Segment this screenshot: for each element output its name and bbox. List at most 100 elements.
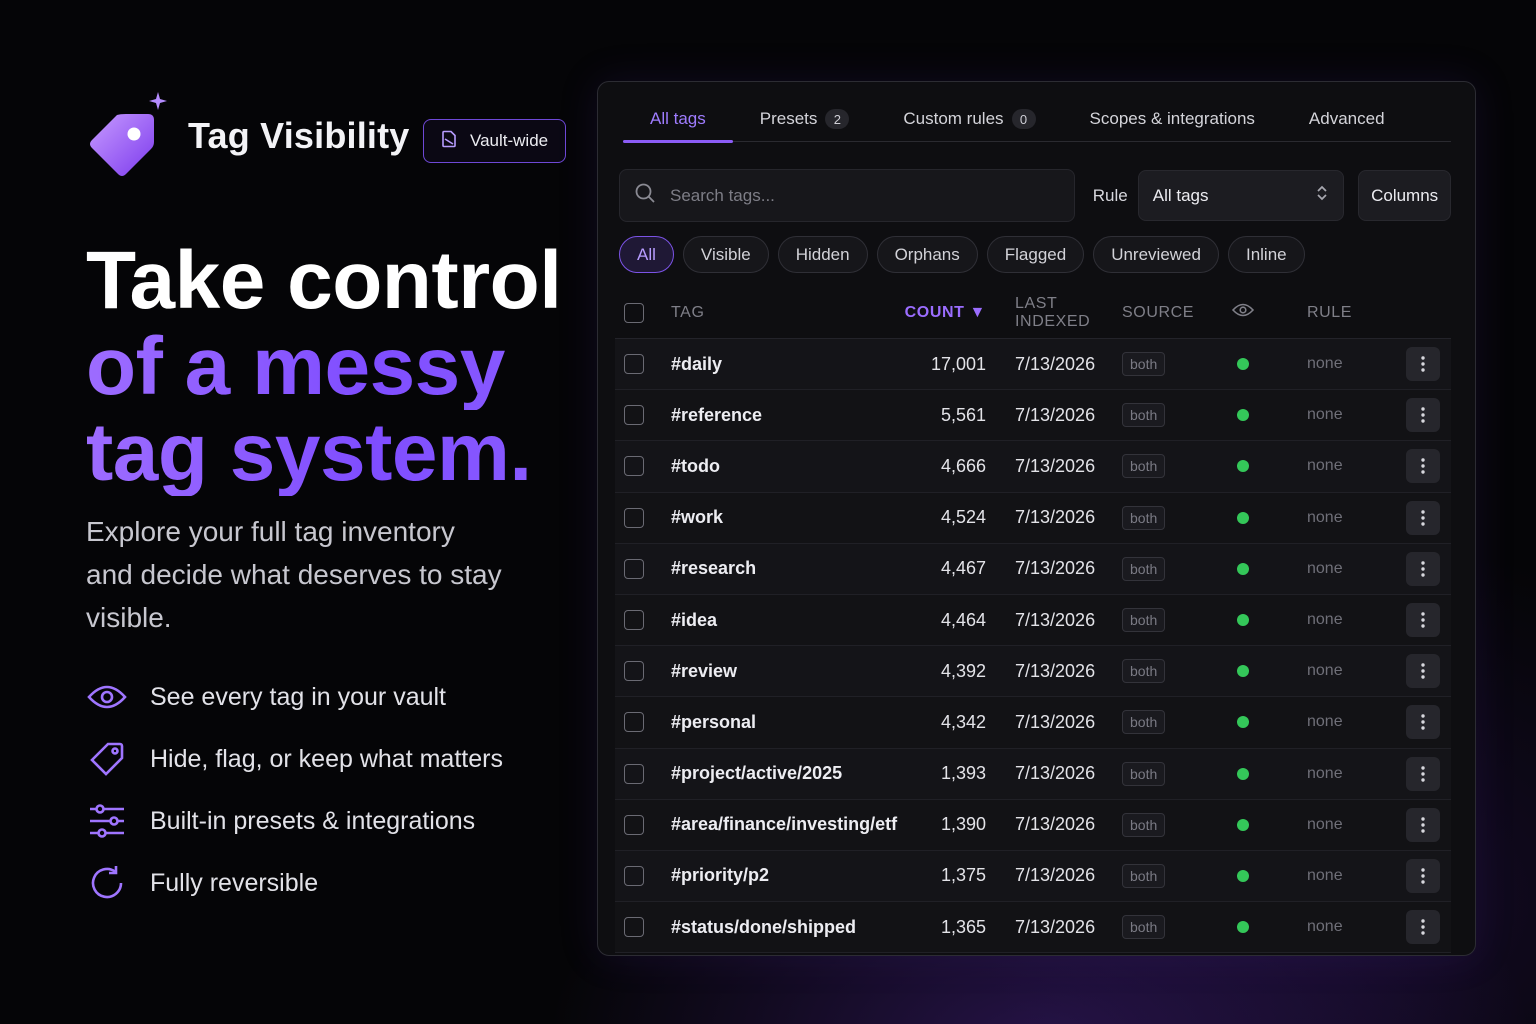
table-row[interactable]: #idea 4,464 7/13/2026 both none — [615, 594, 1451, 647]
tag-name: #research — [671, 558, 757, 579]
row-checkbox[interactable] — [624, 814, 644, 835]
more-options-button[interactable] — [1406, 603, 1440, 638]
header-count-sorted[interactable]: COUNT ▼ — [903, 304, 986, 322]
more-options-button[interactable] — [1406, 500, 1440, 535]
more-options-button[interactable] — [1406, 398, 1440, 433]
row-menu-cell — [1368, 858, 1451, 893]
table-row[interactable]: #review 4,392 7/13/2026 both none — [615, 646, 1451, 698]
table-row[interactable]: #project/active/2025 1,393 7/13/2026 bot… — [615, 748, 1451, 800]
tab-scopes-integrations[interactable]: Scopes & integrations — [1063, 96, 1282, 142]
source-badge: both — [1122, 454, 1166, 479]
table-row[interactable]: #research 4,467 7/13/2026 both none — [615, 543, 1451, 595]
header-tag[interactable]: TAG — [653, 304, 903, 322]
row-menu-cell — [1368, 551, 1451, 586]
tag-name: #review — [671, 660, 738, 681]
row-checkbox[interactable] — [624, 865, 644, 886]
row-checkbox[interactable] — [624, 558, 644, 579]
row-checkbox[interactable] — [624, 661, 644, 682]
table-row[interactable]: #priority/p2 1,375 7/13/2026 both none — [615, 850, 1451, 903]
visibility-cell — [1208, 409, 1278, 422]
kebab-menu-icon — [1421, 868, 1425, 884]
row-checkbox[interactable] — [624, 610, 644, 631]
tab-all-tags[interactable]: All tags — [623, 96, 733, 143]
tab-custom-rules[interactable]: Custom rules 0 — [876, 96, 1062, 142]
source-cell: both — [1122, 556, 1208, 581]
row-select-cell — [615, 917, 653, 938]
header-source[interactable]: SOURCE — [1122, 304, 1208, 322]
source-cell: both — [1122, 761, 1208, 786]
visible-status-dot — [1237, 409, 1249, 422]
more-options-button[interactable] — [1406, 654, 1440, 689]
row-checkbox[interactable] — [624, 917, 644, 938]
kebab-menu-icon — [1421, 714, 1425, 731]
row-checkbox[interactable] — [624, 405, 644, 426]
source-badge: both — [1122, 403, 1166, 428]
headline-line-2: of a messy — [86, 324, 561, 410]
vault-scope-button[interactable]: Vault-wide — [423, 119, 566, 163]
header-visibility[interactable] — [1208, 302, 1278, 323]
table-row[interactable]: #todo 4,666 7/13/2026 both none — [615, 441, 1451, 493]
more-options-button[interactable] — [1406, 551, 1440, 586]
more-options-button[interactable] — [1406, 910, 1440, 945]
source-cell: both — [1122, 863, 1208, 888]
kebab-menu-icon — [1421, 817, 1425, 833]
headline-line-3: tag system. — [86, 410, 561, 496]
columns-button[interactable]: Columns — [1358, 170, 1452, 221]
filter-chip-flagged[interactable]: Flagged — [986, 236, 1085, 273]
select-all-checkbox[interactable] — [624, 302, 644, 323]
search-input[interactable] — [670, 185, 1040, 206]
filter-chip-orphans[interactable]: Orphans — [876, 236, 978, 273]
rule-select[interactable]: All tags — [1137, 170, 1345, 221]
filter-chip-visible[interactable]: Visible — [682, 236, 769, 273]
source-badge: both — [1122, 659, 1166, 684]
filter-chip-inline[interactable]: Inline — [1227, 236, 1305, 273]
header-rule[interactable]: RULE — [1278, 304, 1368, 322]
row-select-cell — [615, 661, 653, 682]
table-row[interactable]: #daily 17,001 7/13/2026 both none — [615, 339, 1451, 391]
tag-count: 4,524 — [940, 507, 986, 528]
row-checkbox[interactable] — [624, 507, 644, 528]
visibility-cell — [1208, 921, 1278, 934]
table-body: #daily 17,001 7/13/2026 both none #refer… — [615, 339, 1451, 954]
tab-presets[interactable]: Presets 2 — [733, 96, 877, 142]
tag-name: #daily — [671, 353, 723, 374]
tag-count: 4,666 — [940, 455, 986, 476]
table-row[interactable]: #work 4,524 7/13/2026 both none — [615, 492, 1451, 544]
more-options-button[interactable] — [1406, 449, 1440, 484]
header-last-indexed[interactable]: LAST INDEXED — [986, 295, 1122, 331]
tag-count: 4,392 — [940, 660, 986, 681]
source-badge: both — [1122, 915, 1166, 940]
row-checkbox[interactable] — [624, 763, 644, 784]
more-options-button[interactable] — [1406, 705, 1440, 740]
kebab-menu-icon — [1421, 612, 1425, 628]
tag-count: 1,375 — [940, 865, 986, 886]
tab-advanced[interactable]: Advanced — [1282, 96, 1412, 142]
more-options-button[interactable] — [1406, 347, 1440, 382]
visibility-cell — [1208, 460, 1278, 473]
feature-item: Hide, flag, or keep what matters — [86, 728, 503, 790]
tab-bar: All tags Presets 2 Custom rules 0 Scopes… — [623, 96, 1451, 143]
filter-chip-hidden[interactable]: Hidden — [777, 236, 868, 273]
filter-chip-unreviewed[interactable]: Unreviewed — [1093, 236, 1219, 273]
more-options-button[interactable] — [1406, 858, 1440, 893]
more-options-button[interactable] — [1406, 807, 1440, 842]
more-options-button[interactable] — [1406, 756, 1440, 791]
source-badge: both — [1122, 812, 1166, 837]
table-row[interactable]: #personal 4,342 7/13/2026 both none — [615, 697, 1451, 749]
eye-icon — [1231, 302, 1255, 323]
table-row[interactable]: #status/done/shipped 1,365 7/13/2026 bot… — [615, 902, 1451, 954]
row-checkbox[interactable] — [624, 354, 644, 375]
table-row[interactable]: #area/finance/investing/etf 1,390 7/13/2… — [615, 799, 1451, 851]
table-row[interactable]: #reference 5,561 7/13/2026 both none — [615, 390, 1451, 442]
filter-chip-all[interactable]: All — [619, 236, 674, 273]
tag-name: #project/active/2025 — [671, 763, 843, 784]
vault-file-icon — [440, 130, 458, 153]
tag-name: #work — [671, 507, 724, 528]
row-select-cell — [615, 507, 653, 528]
tag-name: #idea — [671, 609, 718, 630]
row-checkbox[interactable] — [624, 712, 644, 733]
kebab-menu-icon — [1421, 458, 1425, 475]
rule-value: none — [1307, 457, 1343, 475]
row-select-cell — [615, 814, 653, 835]
row-checkbox[interactable] — [624, 456, 644, 477]
